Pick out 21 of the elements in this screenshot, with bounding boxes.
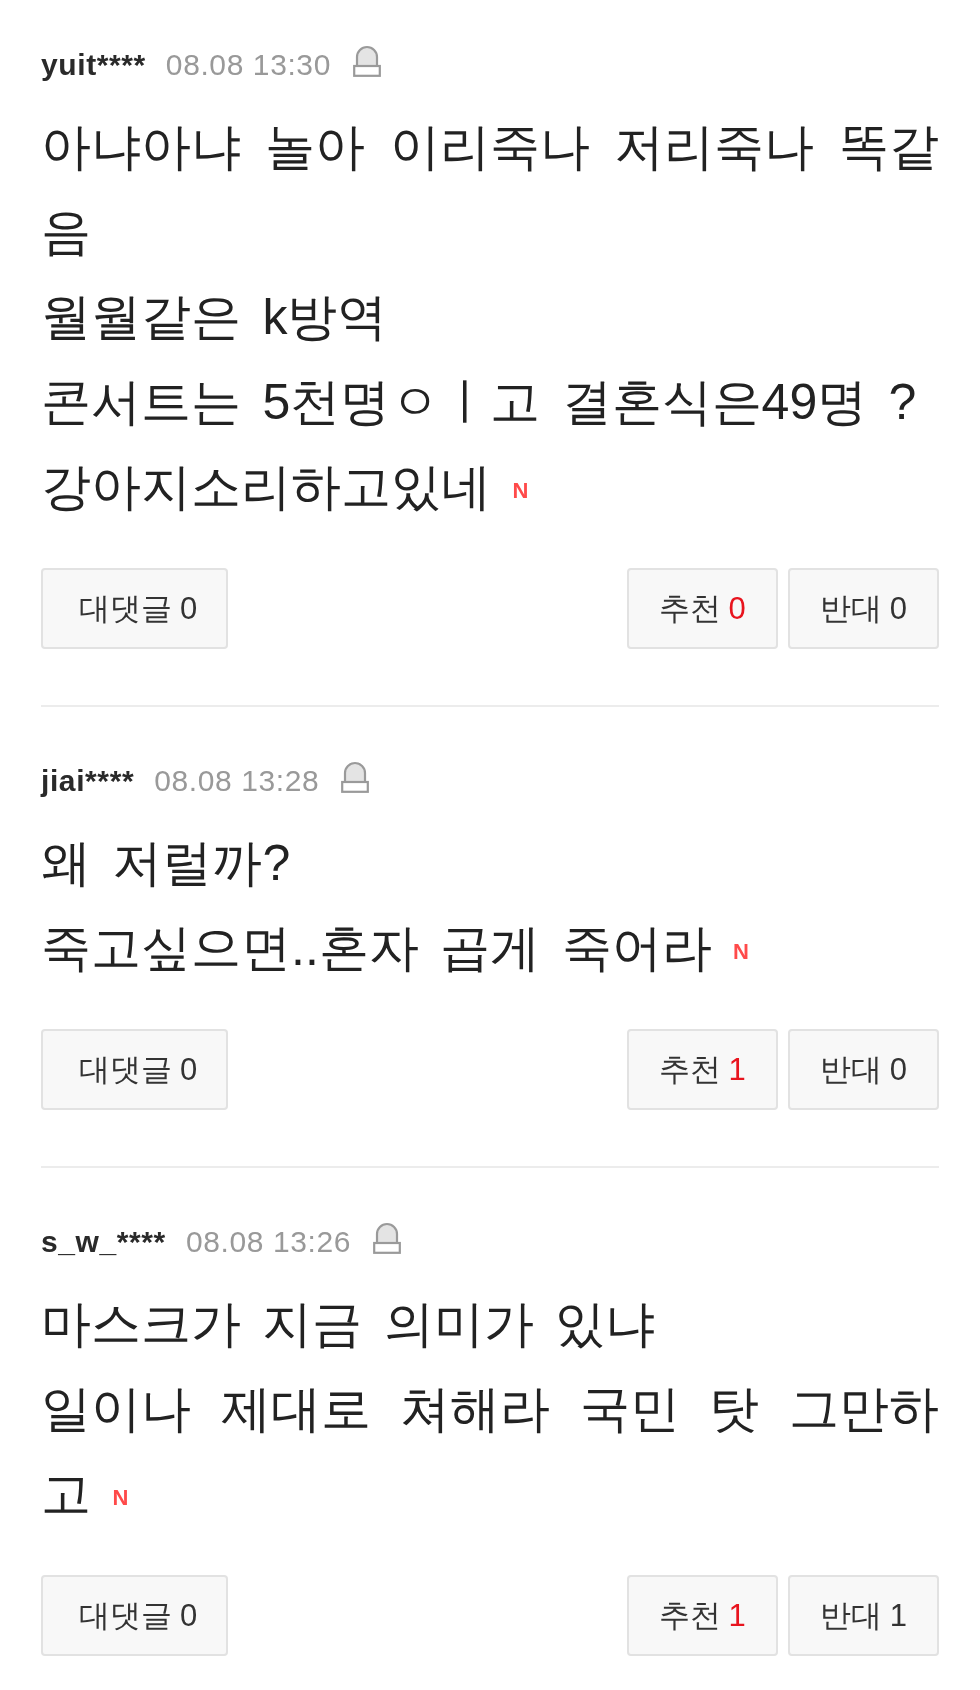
reply-button[interactable]: 대댓글 0 (41, 568, 229, 649)
author-name: yuit**** (41, 48, 146, 82)
comment-text: 마스크가 지금 의미가 있냐 일이나 제대로 쳐해라 국민 탓 그만하고 N (41, 1295, 939, 1524)
upvote-button[interactable]: 추천 1 (626, 1029, 778, 1110)
upvote-button[interactable]: 추천 0 (626, 568, 778, 649)
comment-time: 08.08 13:28 (154, 764, 320, 798)
upvote-button[interactable]: 추천 1 (626, 1575, 778, 1656)
siren-icon[interactable] (341, 761, 370, 793)
comment-text: 왜 저럴까? 죽고싶으면..혼자 곱게 죽어라 N (41, 834, 750, 978)
author-name: s_w_**** (41, 1225, 166, 1259)
comment-time: 08.08 13:30 (165, 48, 331, 82)
downvote-button[interactable]: 반대 0 (787, 568, 939, 649)
downvote-button[interactable]: 반대 1 (787, 1575, 939, 1656)
reply-button[interactable]: 대댓글 0 (41, 1575, 229, 1656)
comment-time: 08.08 13:26 (185, 1225, 351, 1259)
reply-button[interactable]: 대댓글 0 (41, 1029, 229, 1110)
comment-text: 아냐아냐 놀아 이리죽나 저리죽나 똑같음 월월같은 k방역 콘서트는 5천명ㅇㅣ고 결혼식은49명 ? 강아지소리하고있네 N (41, 118, 939, 517)
siren-icon[interactable] (373, 1222, 401, 1254)
author-name: jiai**** (41, 764, 135, 798)
siren-icon[interactable] (352, 45, 381, 77)
downvote-button[interactable]: 반대 0 (787, 1029, 939, 1110)
